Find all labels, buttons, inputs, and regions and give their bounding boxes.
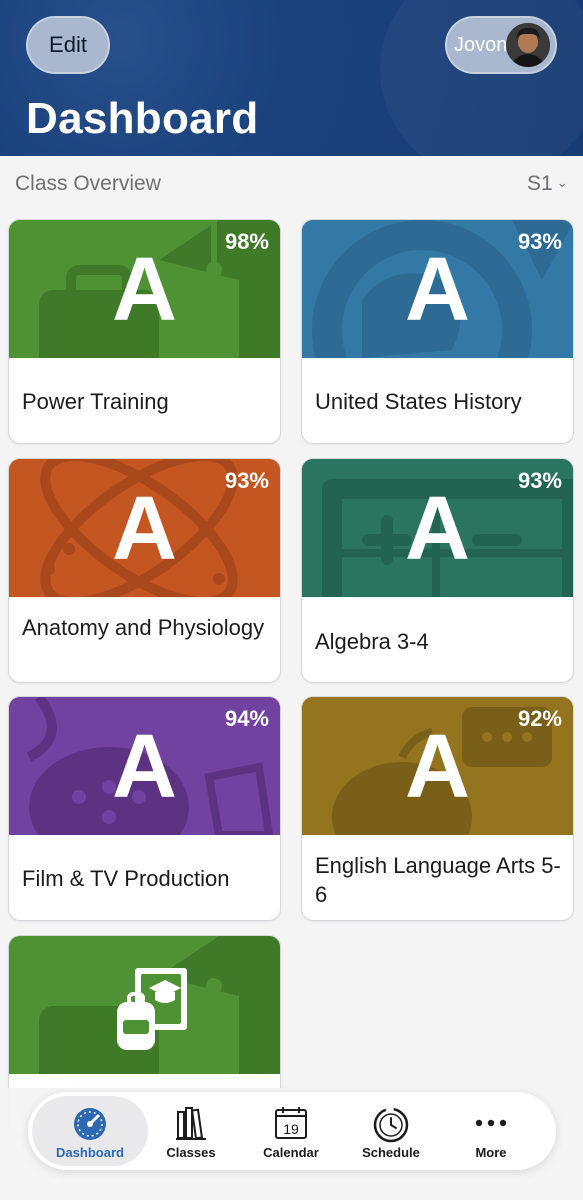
class-name: Power Training xyxy=(22,389,169,414)
class-name: English Language Arts 5-6 xyxy=(315,853,561,907)
class-card[interactable]: A 98% Power Training xyxy=(8,219,281,444)
class-grade: A xyxy=(405,479,470,579)
term-value: S1 xyxy=(527,172,553,195)
section-title: Class Overview xyxy=(15,172,161,195)
card-header: A 93% xyxy=(302,459,573,597)
tab-label: More xyxy=(475,1145,507,1160)
tab-dashboard[interactable]: Dashboard xyxy=(32,1096,148,1166)
page-title: Dashboard xyxy=(26,94,259,143)
class-percent: 92% xyxy=(517,706,562,731)
class-grade: A xyxy=(112,479,177,579)
tab-more[interactable]: More xyxy=(441,1096,541,1166)
card-header: A 92% xyxy=(302,697,573,835)
clock-icon xyxy=(372,1106,410,1149)
more-dots-icon xyxy=(474,1106,508,1145)
chevron-down-icon: ⌄ xyxy=(556,175,568,190)
tab-label: Calendar xyxy=(263,1145,319,1160)
books-icon xyxy=(176,1106,206,1145)
tab-label: Classes xyxy=(166,1145,216,1160)
class-percent: 93% xyxy=(517,229,562,254)
class-name: Anatomy and Physiology xyxy=(22,615,265,640)
tab-label: Schedule xyxy=(362,1145,420,1160)
class-name: United States History xyxy=(315,389,522,414)
calendar-icon: 19 xyxy=(274,1106,308,1145)
backpack-book-icon xyxy=(9,936,280,1074)
class-grade: A xyxy=(405,240,470,340)
class-percent: 98% xyxy=(224,229,269,254)
card-header: A 98% xyxy=(9,220,280,358)
class-grade: A xyxy=(112,240,177,340)
class-card[interactable]: A 93% Anatomy and Physiology xyxy=(8,458,281,683)
tab-classes[interactable]: Classes xyxy=(141,1096,241,1166)
class-card[interactable]: A 92% English Language Arts 5-6 xyxy=(301,696,574,921)
class-percent: 94% xyxy=(224,706,269,731)
profile-button[interactable]: Jovon xyxy=(445,16,557,74)
class-card[interactable]: A 93% Algebra 3-4 xyxy=(301,458,574,683)
avatar xyxy=(506,23,550,67)
header: Edit Jovon Dashboard xyxy=(0,0,583,156)
class-percent: 93% xyxy=(517,468,562,493)
class-card[interactable]: A 93% United States History xyxy=(301,219,574,444)
card-header: A 94% xyxy=(9,697,280,835)
term-select[interactable]: S1 ⌄ xyxy=(527,172,568,196)
class-name: Film & TV Production xyxy=(22,866,230,891)
class-name: Algebra 3-4 xyxy=(315,629,429,654)
class-percent: 93% xyxy=(224,468,269,493)
class-grade: A xyxy=(405,717,470,817)
card-header: A 93% xyxy=(302,220,573,358)
card-header: A 93% xyxy=(9,459,280,597)
class-card[interactable]: A 94% Film & TV Production xyxy=(8,696,281,921)
speedometer-icon xyxy=(72,1106,108,1147)
tab-bar: Dashboard Classes 19 Calendar Schedule M… xyxy=(28,1092,556,1170)
class-grade: A xyxy=(112,717,177,817)
edit-button[interactable]: Edit xyxy=(26,16,110,74)
calendar-day: 19 xyxy=(283,1121,299,1137)
user-name: Jovon xyxy=(454,34,508,56)
tab-calendar[interactable]: 19 Calendar xyxy=(241,1096,341,1166)
card-header xyxy=(9,936,280,1074)
tab-schedule[interactable]: Schedule xyxy=(341,1096,441,1166)
tab-label: Dashboard xyxy=(56,1145,124,1160)
